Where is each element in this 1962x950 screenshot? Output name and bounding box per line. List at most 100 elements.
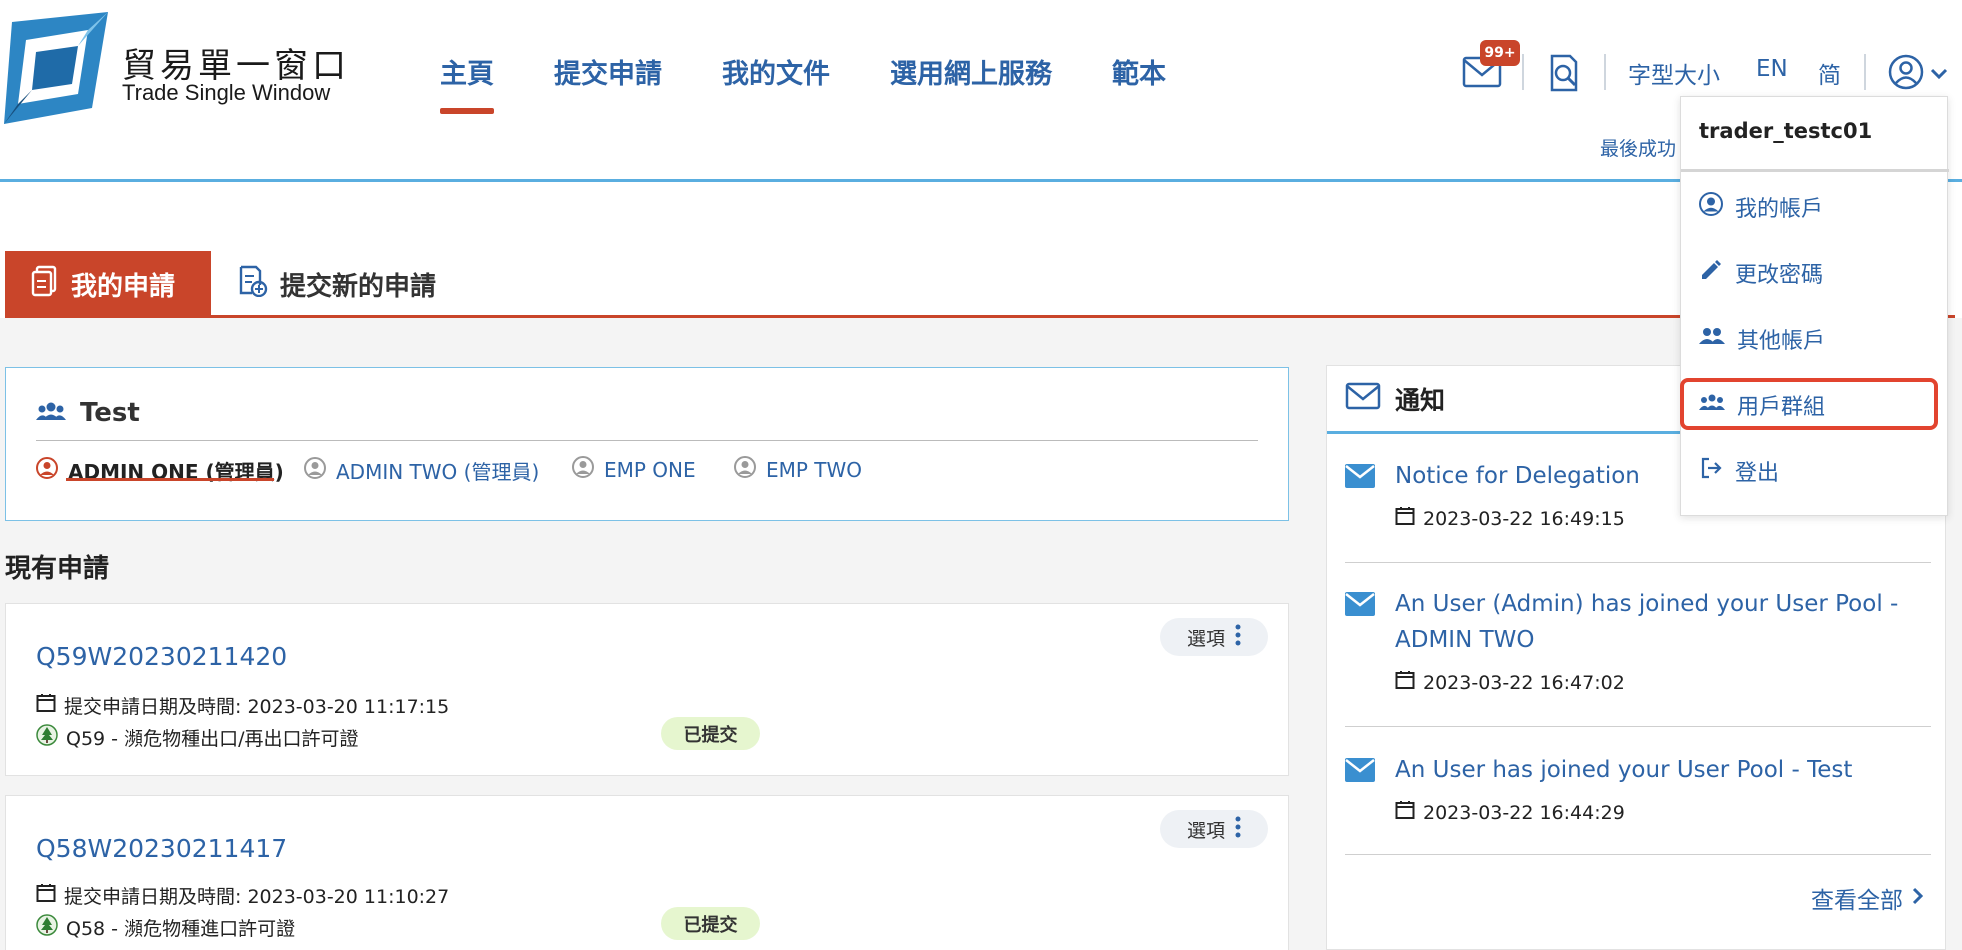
- lang-sc-toggle[interactable]: 简: [1818, 56, 1841, 90]
- new-document-icon: [238, 265, 268, 304]
- nav-active-underline: [440, 108, 494, 114]
- application-date: 提交申請日期及時間: 2023-03-20 11:10:27: [36, 882, 449, 909]
- search-document-icon[interactable]: [1548, 54, 1582, 92]
- application-date-text: 提交申請日期及時間: 2023-03-20 11:17:15: [64, 696, 450, 718]
- nav-online-services[interactable]: 選用網上服務: [890, 52, 1052, 91]
- calendar-icon: [1395, 800, 1415, 825]
- application-type-text: Q58 - 瀕危物種進口許可證: [66, 918, 296, 940]
- tab-underline: [5, 315, 1955, 318]
- logout-icon: [1699, 456, 1723, 486]
- application-id-link[interactable]: Q58W20230211417: [36, 834, 287, 863]
- font-size-toggle[interactable]: 字型大小: [1628, 56, 1720, 90]
- envelope-icon: [1345, 758, 1375, 786]
- tree-icon: [36, 914, 58, 941]
- pool-member-admin-two[interactable]: ADMIN TWO (管理員): [304, 456, 539, 485]
- tab-my-applications-label: 我的申請: [71, 271, 176, 302]
- notification-divider: [1345, 854, 1931, 855]
- application-date: 提交申請日期及時間: 2023-03-20 11:17:15: [36, 692, 449, 719]
- tree-icon: [36, 724, 58, 751]
- user-pool-card: Test ADMIN ONE (管理員) ADMIN TWO (管理員) EMP…: [5, 367, 1289, 521]
- tsw-logo-mark[interactable]: [4, 12, 108, 124]
- nav-home[interactable]: 主頁: [440, 52, 494, 91]
- application-type-text: Q59 - 瀕危物種出口/再出口許可證: [66, 728, 359, 750]
- menu-item-logout[interactable]: 登出: [1699, 455, 1779, 487]
- lang-en-toggle[interactable]: EN: [1756, 56, 1788, 82]
- envelope-icon: [1345, 592, 1375, 620]
- view-all-label: 查看全部: [1811, 888, 1903, 914]
- nav-templates[interactable]: 範本: [1112, 52, 1166, 91]
- current-applications-title: 現有申請: [5, 554, 110, 584]
- user-pool-title: Test: [36, 398, 140, 428]
- calendar-icon: [36, 693, 56, 718]
- user-circle-icon: [304, 457, 326, 484]
- notification-date-text: 2023-03-22 16:49:15: [1423, 507, 1625, 530]
- application-type: Q58 - 瀕危物種進口許可證: [36, 914, 295, 941]
- tab-submit-new-application[interactable]: 提交新的申請: [238, 251, 436, 317]
- users-icon: [36, 398, 66, 428]
- users-icon: [1699, 326, 1725, 352]
- header-divider: [1604, 54, 1606, 90]
- user-circle-icon: [572, 456, 594, 483]
- tab-my-applications[interactable]: 我的申請: [5, 251, 211, 317]
- nav-my-documents[interactable]: 我的文件: [722, 52, 830, 91]
- user-circle-icon: [1699, 192, 1723, 222]
- notification-date: 2023-03-22 16:47:02: [1395, 670, 1625, 695]
- menu-item-change-password[interactable]: 更改密碼: [1699, 257, 1823, 289]
- menu-item-label: 其他帳戶: [1737, 329, 1826, 354]
- chevron-right-icon: [1911, 885, 1924, 911]
- documents-icon: [31, 265, 59, 304]
- notification-title-link[interactable]: An User has joined your User Pool - Test: [1395, 752, 1915, 788]
- dropdown-username: trader_testc01: [1699, 119, 1873, 143]
- application-id-link[interactable]: Q59W20230211420: [36, 642, 287, 671]
- user-circle-icon: [36, 457, 58, 484]
- notification-date: 2023-03-22 16:49:15: [1395, 506, 1625, 531]
- user-account-icon[interactable]: [1888, 54, 1924, 90]
- pool-member-emp-one[interactable]: EMP ONE: [572, 456, 696, 483]
- calendar-icon: [1395, 506, 1415, 531]
- application-card: Q58W20230211417 選項 提交申請日期及時間: 2023-03-20…: [5, 795, 1289, 950]
- options-button[interactable]: 選項: [1160, 618, 1268, 656]
- nav-submit-application[interactable]: 提交申請: [554, 52, 662, 91]
- user-pool-name: Test: [80, 398, 140, 428]
- header-divider: [1522, 54, 1524, 90]
- menu-item-my-account[interactable]: 我的帳戶: [1699, 191, 1823, 223]
- last-login-text: 最後成功: [1600, 138, 1677, 160]
- application-type: Q59 - 瀕危物種出口/再出口許可證: [36, 724, 358, 751]
- envelope-icon: [1345, 464, 1375, 492]
- user-dropdown-menu: trader_testc01 我的帳戶 更改密碼 其他帳戶 用戶群組 登出: [1680, 96, 1949, 516]
- logo-text-en: Trade Single Window: [122, 80, 331, 105]
- calendar-icon: [36, 883, 56, 908]
- dropdown-divider: [1681, 169, 1949, 172]
- pool-member-label: EMP ONE: [604, 457, 696, 482]
- pool-member-emp-two[interactable]: EMP TWO: [734, 456, 862, 483]
- calendar-icon: [1395, 670, 1415, 695]
- notification-item[interactable]: An User (Admin) has joined your User Poo…: [1345, 586, 1931, 716]
- tab-submit-new-application-label: 提交新的申請: [280, 271, 437, 302]
- menu-highlight-box: [1680, 378, 1938, 430]
- pool-member-label: ADMIN TWO (管理員): [336, 460, 540, 484]
- status-badge: 已提交: [661, 907, 760, 940]
- active-member-underline: [66, 478, 274, 481]
- notification-date-text: 2023-03-22 16:47:02: [1423, 671, 1625, 694]
- notifications-title: 通知: [1395, 385, 1446, 415]
- notification-date: 2023-03-22 16:44:29: [1395, 800, 1625, 825]
- menu-item-other-accounts[interactable]: 其他帳戶: [1699, 323, 1825, 355]
- notification-divider: [1345, 562, 1931, 563]
- menu-item-label: 我的帳戶: [1735, 197, 1824, 222]
- pool-member-label: EMP TWO: [766, 457, 863, 482]
- notification-title-link[interactable]: An User (Admin) has joined your User Poo…: [1395, 586, 1915, 658]
- application-card: Q59W20230211420 選項 提交申請日期及時間: 2023-03-20…: [5, 603, 1289, 776]
- notification-divider: [1345, 726, 1931, 727]
- chevron-down-icon[interactable]: [1930, 66, 1948, 80]
- options-button[interactable]: 選項: [1160, 810, 1268, 848]
- application-date-text: 提交申請日期及時間: 2023-03-20 11:10:27: [64, 886, 450, 908]
- options-button-label: 選項: [1186, 819, 1225, 842]
- view-all-link[interactable]: 查看全部: [1811, 881, 1924, 915]
- pencil-icon: [1699, 258, 1723, 288]
- notification-item[interactable]: An User has joined your User Pool - Test…: [1345, 752, 1931, 842]
- app-root: 貿易單一窗口 Trade Single Window 主頁 提交申請 我的文件 …: [0, 0, 1962, 950]
- mail-icon: [1345, 382, 1381, 416]
- mail-badge: 99+: [1480, 40, 1520, 66]
- more-vertical-icon: [1235, 624, 1241, 651]
- header-divider: [1864, 54, 1866, 90]
